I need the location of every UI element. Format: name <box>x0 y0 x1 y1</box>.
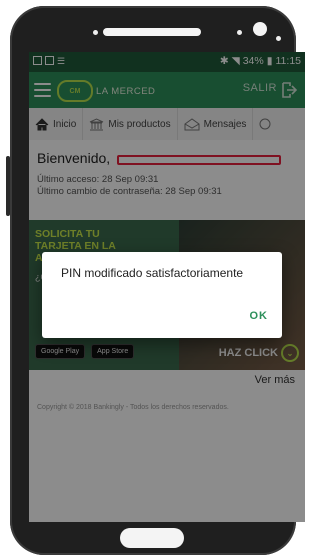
ok-button[interactable]: OK <box>250 310 269 322</box>
volume-button <box>6 156 10 216</box>
top-bezel <box>10 6 296 58</box>
sensor-dot <box>276 36 281 41</box>
front-camera <box>253 22 267 36</box>
sensor-dot <box>237 30 242 35</box>
earpiece <box>103 28 201 36</box>
phone-screen: ☰ ✱ ◥ 34% ▮ 11:15 CM LA MERCED SALIR Ini… <box>29 52 305 522</box>
sensor-dot <box>93 30 98 35</box>
dialog-message: PIN modificado satisfactoriamente <box>61 266 244 280</box>
alert-dialog: PIN modificado satisfactoriamente OK <box>42 252 282 338</box>
home-button[interactable] <box>120 528 184 548</box>
